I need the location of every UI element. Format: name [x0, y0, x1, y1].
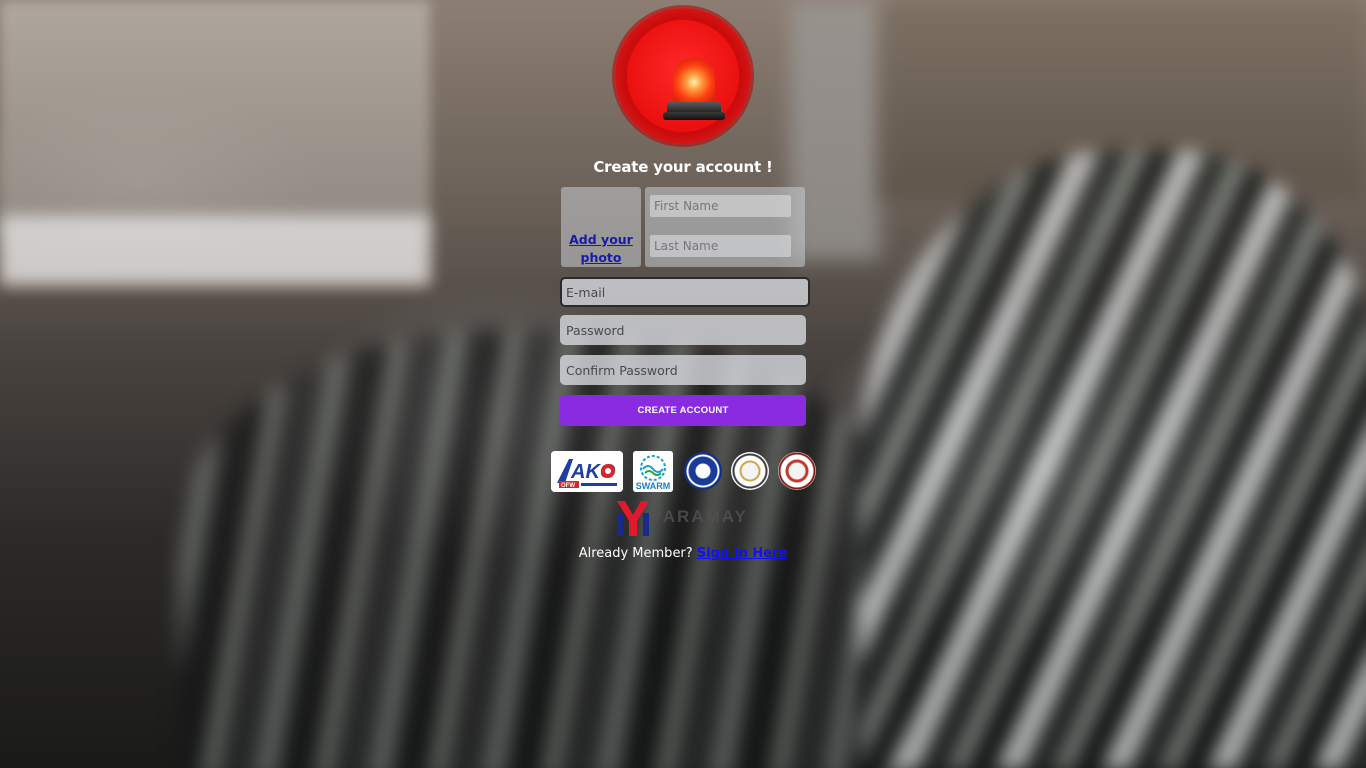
yaramay-logo-text: YARAMAY — [651, 507, 748, 526]
first-name-input[interactable] — [650, 195, 791, 217]
ako-ofw-logo: AKO OFW — [551, 451, 623, 492]
swarm-logo-text: SWARM — [636, 481, 671, 491]
signup-panel: Create your account ! Add your photo CRE… — [0, 0, 1366, 768]
add-photo-link[interactable]: Add your photo — [561, 231, 641, 267]
email-input[interactable] — [560, 277, 810, 307]
swarm-logo: SWARM — [633, 451, 673, 492]
sign-in-link[interactable]: Sign In Here — [697, 546, 787, 561]
owwa-seal-icon — [684, 452, 722, 490]
yaramay-logo: YARAMAY — [615, 499, 755, 537]
agency-seal-icon — [778, 452, 816, 490]
signin-prompt: Already Member? Sign In Here — [560, 546, 806, 561]
page-title: Create your account ! — [593, 158, 773, 176]
name-fields-group — [645, 187, 805, 267]
photo-upload-area[interactable]: Add your photo — [561, 187, 641, 267]
ofw-logo-text: OFW — [561, 483, 575, 489]
password-input[interactable] — [560, 315, 806, 345]
create-account-button[interactable]: CREATE ACCOUNT — [560, 395, 806, 426]
already-member-text: Already Member? — [578, 546, 693, 561]
siren-logo-icon — [615, 8, 751, 144]
government-seal-icon — [731, 452, 769, 490]
last-name-input[interactable] — [650, 235, 791, 257]
confirm-password-input[interactable] — [560, 355, 806, 385]
